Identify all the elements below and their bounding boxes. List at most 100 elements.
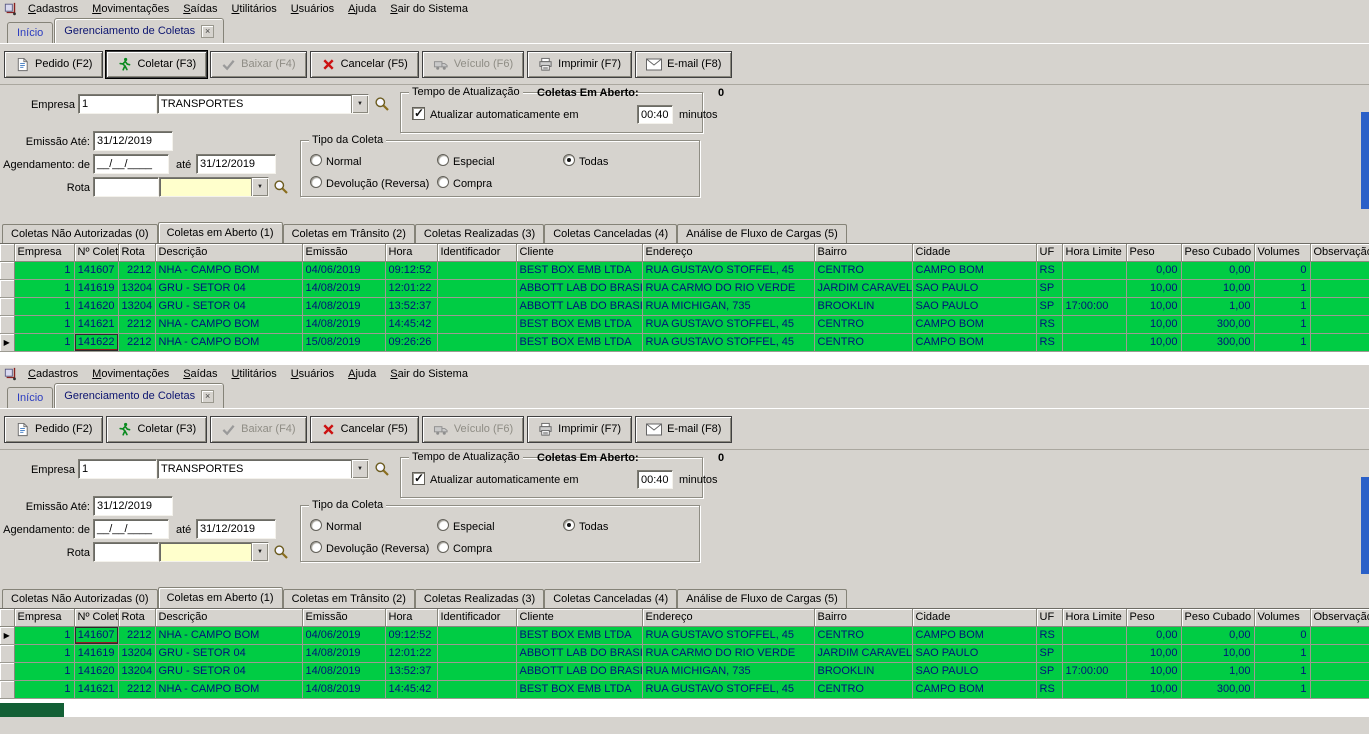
table-row[interactable]: 1 141619 13204 GRU - SETOR 04 14/08/2019… [0,644,1369,662]
grid-tab[interactable]: Coletas Canceladas (4) [544,224,677,243]
table-row[interactable]: 1 141620 13204 GRU - SETOR 04 14/08/2019… [0,662,1369,680]
baixar-button[interactable]: Baixar (F4) [210,416,306,443]
chevron-down-icon[interactable]: ▼ [351,460,368,478]
coletar-button[interactable]: Coletar (F3) [106,416,207,443]
column-header[interactable]: Emissão [302,244,385,261]
menu-item[interactable]: Saídas [176,367,224,381]
veiculo-button[interactable]: Veículo (F6) [422,51,524,78]
menu-item[interactable]: Saídas [176,2,224,16]
menu-item[interactable]: Usuários [284,2,341,16]
grid-tab[interactable]: Coletas em Aberto (1) [158,222,283,243]
column-header[interactable]: Bairro [814,609,912,626]
radio-especial[interactable] [437,154,449,166]
table-row[interactable]: 1 141620 13204 GRU - SETOR 04 14/08/2019… [0,297,1369,315]
column-header[interactable]: Empresa [14,244,74,261]
emissao-ate-input[interactable]: 31/12/2019 [93,496,173,516]
grid-tab[interactable]: Coletas Canceladas (4) [544,589,677,608]
tab-inicio[interactable]: Início [7,387,53,408]
radio-compra[interactable] [437,541,449,553]
cancelar-button[interactable]: Cancelar (F5) [310,416,419,443]
grid-tab[interactable]: Análise de Fluxo de Cargas (5) [677,589,847,608]
column-header[interactable]: Peso Cubado [1181,609,1254,626]
menu-item[interactable]: Ajuda [341,367,383,381]
auto-update-checkbox[interactable] [412,472,425,485]
grid-tab[interactable]: Coletas em Aberto (1) [158,587,283,608]
table-row[interactable]: 1 141621 2212 NHA - CAMPO BOM 14/08/2019… [0,315,1369,333]
column-header[interactable]: Hora Limite [1062,244,1126,261]
agendamento-de-input[interactable]: __/__/____ [93,154,169,174]
table-row[interactable]: 1 141621 2212 NHA - CAMPO BOM 14/08/2019… [0,680,1369,698]
email-button[interactable]: E-mail (F8) [635,416,732,443]
radio-devolucao-reversa[interactable] [310,176,322,188]
menu-item[interactable]: Movimentações [85,367,176,381]
radio-compra[interactable] [437,176,449,188]
column-header[interactable]: Hora [385,244,437,261]
menu-item[interactable]: Utilitários [224,2,283,16]
imprimir-button[interactable]: Imprimir (F7) [527,51,632,78]
column-header[interactable]: Cliente [516,609,642,626]
grid-tab[interactable]: Coletas em Trânsito (2) [283,589,415,608]
email-button[interactable]: E-mail (F8) [635,51,732,78]
imprimir-button[interactable]: Imprimir (F7) [527,416,632,443]
column-header[interactable]: Peso [1126,244,1181,261]
empresa-combo[interactable]: TRANSPORTES▼ [157,459,369,479]
rota-search-icon[interactable] [273,544,289,560]
column-header[interactable]: Nº Coleta [74,609,118,626]
column-header[interactable]: Cliente [516,244,642,261]
agendamento-de-input[interactable]: __/__/____ [93,519,169,539]
column-header[interactable]: Identificador [437,609,516,626]
radio-especial[interactable] [437,519,449,531]
column-header[interactable]: Volumes [1254,609,1310,626]
rota-combo[interactable]: ▼ [159,542,269,562]
menu-item[interactable]: Sair do Sistema [383,367,475,381]
column-header[interactable]: Hora [385,609,437,626]
auto-update-interval-input[interactable]: 00:40 [637,470,673,489]
empresa-code-input[interactable]: 1 [78,459,157,479]
rota-combo[interactable]: ▼ [159,177,269,197]
agendamento-ate-input[interactable]: 31/12/2019 [196,519,276,539]
grid-tab[interactable]: Análise de Fluxo de Cargas (5) [677,224,847,243]
menu-item[interactable]: Usuários [284,367,341,381]
rota-code-input[interactable] [93,542,159,562]
coletar-button[interactable]: Coletar (F3) [106,51,207,78]
menu-item[interactable]: Utilitários [224,367,283,381]
empresa-search-icon[interactable] [374,96,390,112]
menu-item[interactable]: Ajuda [341,2,383,16]
grid-tab[interactable]: Coletas Realizadas (3) [415,589,544,608]
close-tab-icon[interactable]: × [201,25,214,38]
chevron-down-icon[interactable]: ▼ [251,178,268,196]
column-header[interactable]: Endereço [642,609,814,626]
column-header[interactable]: Empresa [14,609,74,626]
column-header[interactable]: Observação [1310,244,1369,261]
table-row[interactable]: 1 141622 2212 NHA - CAMPO BOM 15/08/2019… [0,333,1369,351]
emissao-ate-input[interactable]: 31/12/2019 [93,131,173,151]
rota-search-icon[interactable] [273,179,289,195]
column-header[interactable]: Identificador [437,244,516,261]
veiculo-button[interactable]: Veículo (F6) [422,416,524,443]
chevron-down-icon[interactable]: ▼ [351,95,368,113]
menu-item[interactable]: Sair do Sistema [383,2,475,16]
table-row[interactable]: 1 141607 2212 NHA - CAMPO BOM 04/06/2019… [0,626,1369,644]
baixar-button[interactable]: Baixar (F4) [210,51,306,78]
column-header[interactable]: UF [1036,244,1062,261]
radio-todas[interactable] [563,154,575,166]
column-header[interactable]: Rota [118,609,155,626]
column-header[interactable]: Peso [1126,609,1181,626]
column-header[interactable]: Emissão [302,609,385,626]
column-header[interactable]: Peso Cubado [1181,244,1254,261]
close-tab-icon[interactable]: × [201,390,214,403]
auto-update-interval-input[interactable]: 00:40 [637,105,673,124]
grid-tab[interactable]: Coletas Não Autorizadas (0) [2,224,158,243]
radio-todas[interactable] [563,519,575,531]
menu-item[interactable]: Cadastros [21,2,85,16]
agendamento-ate-input[interactable]: 31/12/2019 [196,154,276,174]
menu-item[interactable]: Movimentações [85,2,176,16]
grid-tab[interactable]: Coletas em Trânsito (2) [283,224,415,243]
column-header[interactable]: Hora Limite [1062,609,1126,626]
radio-devolucao-reversa[interactable] [310,541,322,553]
empresa-combo[interactable]: TRANSPORTES▼ [157,94,369,114]
pedido-button[interactable]: Pedido (F2) [4,51,103,78]
column-header[interactable]: Descrição [155,244,302,261]
auto-update-checkbox[interactable] [412,107,425,120]
table-row[interactable]: 1 141619 13204 GRU - SETOR 04 14/08/2019… [0,279,1369,297]
